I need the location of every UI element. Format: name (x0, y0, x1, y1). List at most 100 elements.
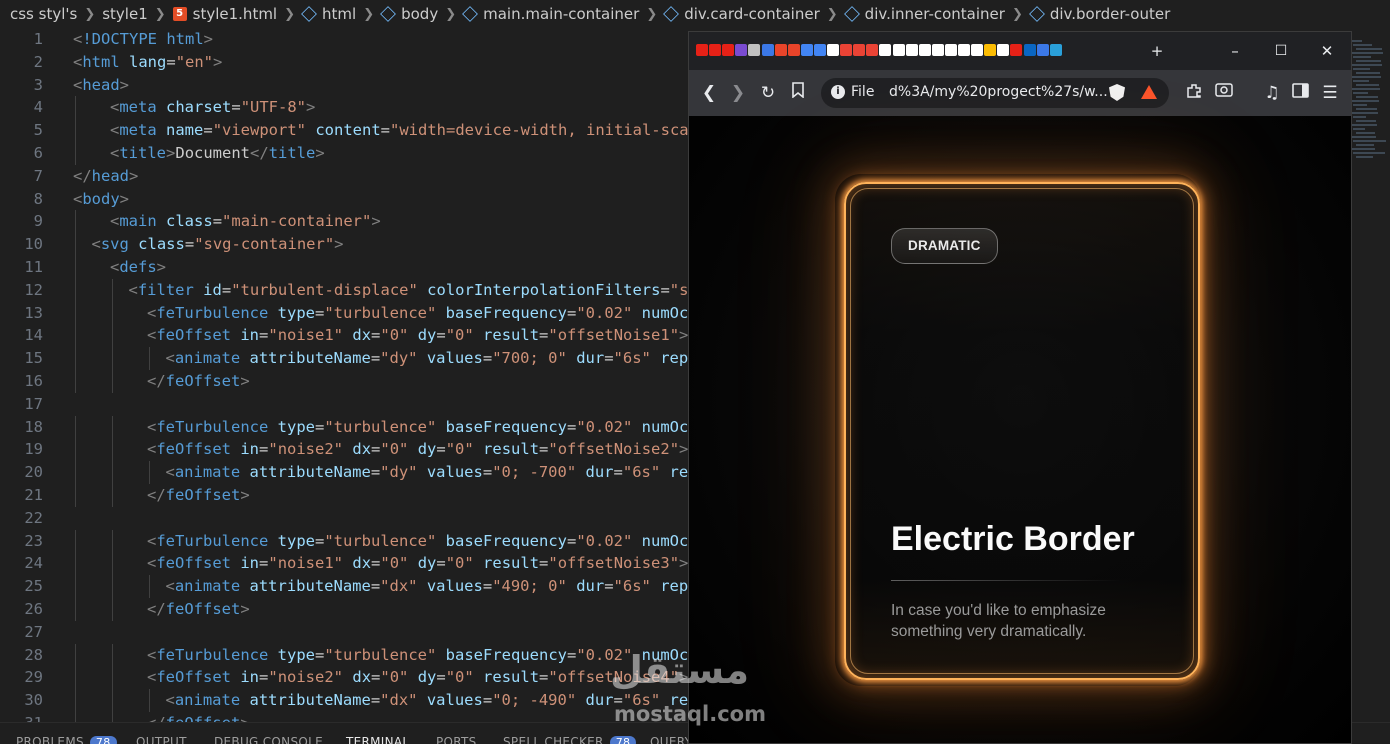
bookmark-favicon-icon[interactable] (813, 44, 826, 56)
breadcrumb-item[interactable]: 5 style1.html (172, 5, 277, 23)
reload-icon[interactable]: ↻ (757, 82, 779, 104)
media-icon[interactable]: ♫ (1261, 82, 1283, 104)
info-icon[interactable]: i (831, 85, 845, 99)
code-token: values (426, 691, 483, 710)
code-token: in (240, 668, 260, 687)
panel-tab-terminal[interactable]: TERMINAL (346, 735, 409, 744)
breadcrumb-item[interactable]: style1 (102, 5, 148, 23)
address-bar[interactable]: i File d%3A/my%20progect%27s/w... (821, 78, 1169, 108)
code-text: <filter id="turbulent-displace" colorInt… (129, 279, 698, 302)
code-token: = (371, 668, 381, 687)
bookmark-favicon-icon[interactable] (774, 44, 787, 56)
extensions-icon[interactable] (1183, 82, 1205, 104)
code-token: = (567, 531, 577, 550)
code-token: = (539, 668, 549, 687)
bookmark-favicon-icon[interactable] (931, 44, 944, 56)
breadcrumb-item[interactable]: main.main-container (462, 5, 639, 23)
bookmark-favicon-icon[interactable] (1049, 44, 1062, 56)
forward-icon[interactable]: ❯ (727, 82, 749, 104)
menu-icon[interactable]: ☰ (1319, 82, 1341, 104)
bookmark-favicon-icon[interactable] (958, 44, 970, 56)
page-viewport: DRAMATIC Electric Border In case you'd l… (689, 116, 1351, 743)
bookmark-favicon-icon[interactable] (879, 44, 892, 56)
bookmark-favicon-icon[interactable] (748, 44, 761, 56)
minimap[interactable] (1350, 40, 1390, 160)
back-icon[interactable]: ❮ (698, 82, 720, 104)
code-token: feOffset (165, 372, 241, 390)
bookmark-favicon-icon[interactable] (866, 44, 879, 56)
bookmark-favicon-icon[interactable] (1036, 44, 1049, 56)
bookmark-favicon-icon[interactable] (905, 44, 918, 56)
panel-tab-query[interactable]: QUERY (650, 735, 692, 744)
breadcrumb-item[interactable]: body (380, 5, 438, 23)
breadcrumb-item[interactable]: css styl's (10, 5, 77, 23)
indent-guide (112, 415, 113, 439)
panel-tab-badge: 78 (89, 736, 117, 744)
bookmark-favicon-icon[interactable] (997, 44, 1010, 56)
code-token: = (567, 645, 577, 664)
bookmark-favicon-icon[interactable] (696, 44, 708, 56)
code-token: baseFrequency (445, 303, 567, 322)
bookmark-favicon-icon[interactable] (827, 44, 839, 56)
bookmark-favicon-icon[interactable] (1023, 44, 1036, 56)
panel-tab-ports[interactable]: PORTS (436, 735, 477, 744)
panel-tab-output[interactable]: OUTPUT (136, 735, 187, 744)
url-text[interactable]: d%3A/my%20progect%27s/w... (889, 84, 1108, 100)
bookmark-favicon-icon[interactable] (761, 44, 774, 56)
sidebar-icon[interactable] (1289, 82, 1311, 104)
bookmark-favicon-icon[interactable] (800, 44, 813, 56)
code-token: "offsetNoise1" (548, 326, 680, 345)
bookmark-favicon-icon[interactable] (892, 44, 905, 56)
code-token: "0" (445, 440, 484, 459)
bookmark-favicon-icon[interactable] (944, 44, 957, 56)
maximize-button[interactable]: ☐ (1269, 41, 1293, 61)
bookmark-favicon-icon[interactable] (722, 44, 735, 56)
panel-tab-badge: 78 (609, 736, 637, 744)
code-text: </head> (73, 165, 138, 188)
bookmark-favicon-icon[interactable] (984, 44, 997, 56)
bookmark-favicon-icon[interactable] (709, 44, 722, 56)
new-tab-button[interactable]: + (1145, 41, 1169, 61)
minimap-line (1356, 60, 1381, 62)
bookmark-favicon-icon[interactable] (918, 44, 931, 56)
bookmark-icon[interactable] (787, 82, 809, 104)
code-text: <animate attributeName="dy" values="700;… (166, 347, 698, 370)
card-description: In case you'd like to emphasize somethin… (891, 602, 1106, 640)
bookmark-favicon-icon[interactable] (853, 44, 866, 56)
bookmark-favicon-icon[interactable] (735, 44, 748, 56)
code-token: filter (137, 280, 204, 299)
code-token: attributeName (249, 463, 371, 482)
panel-tab-debug-console[interactable]: DEBUG CONSOLE (214, 735, 323, 744)
code-token: < (91, 235, 101, 254)
panel-tab-problems[interactable]: PROBLEMS 78 (16, 735, 117, 744)
code-text: </feOffset> (147, 712, 250, 722)
bookmark-favicon-icon[interactable] (840, 44, 853, 56)
code-token: svg (100, 235, 139, 254)
bookmark-favicon-icon[interactable] (787, 44, 800, 56)
bookmark-favicon-icon[interactable] (1010, 44, 1023, 56)
code-token: < (165, 463, 175, 482)
indent-guide (112, 575, 113, 599)
breadcrumb-item[interactable]: div.border-outer (1028, 5, 1170, 23)
brave-rewards-icon[interactable] (1141, 85, 1157, 99)
minimap-line (1356, 144, 1374, 146)
breadcrumb-item[interactable]: div.card-container (663, 5, 820, 23)
brave-shield-icon[interactable] (1109, 84, 1125, 101)
minimize-button[interactable]: – (1223, 41, 1247, 61)
breadcrumb-item[interactable]: div.inner-container (843, 5, 1005, 23)
code-token: dy (417, 326, 437, 345)
indent-guide (112, 370, 113, 393)
breadcrumb-separator-icon: ❯ (154, 6, 166, 22)
code-token: dx (352, 440, 372, 459)
panel-tab-spell-checker[interactable]: SPELL CHECKER 78 (503, 735, 637, 744)
code-token: = (482, 349, 493, 368)
code-token: meta (119, 121, 167, 140)
code-token: "0" (445, 554, 484, 573)
screenshot-icon[interactable] (1213, 82, 1235, 104)
close-button[interactable]: ✕ (1315, 41, 1339, 61)
code-text: <head> (73, 74, 129, 97)
bookmark-favicon-icon[interactable] (971, 44, 984, 56)
breadcrumb-item[interactable]: html (301, 5, 356, 23)
code-token: = (315, 303, 325, 322)
line-number: 27 (24, 622, 43, 641)
